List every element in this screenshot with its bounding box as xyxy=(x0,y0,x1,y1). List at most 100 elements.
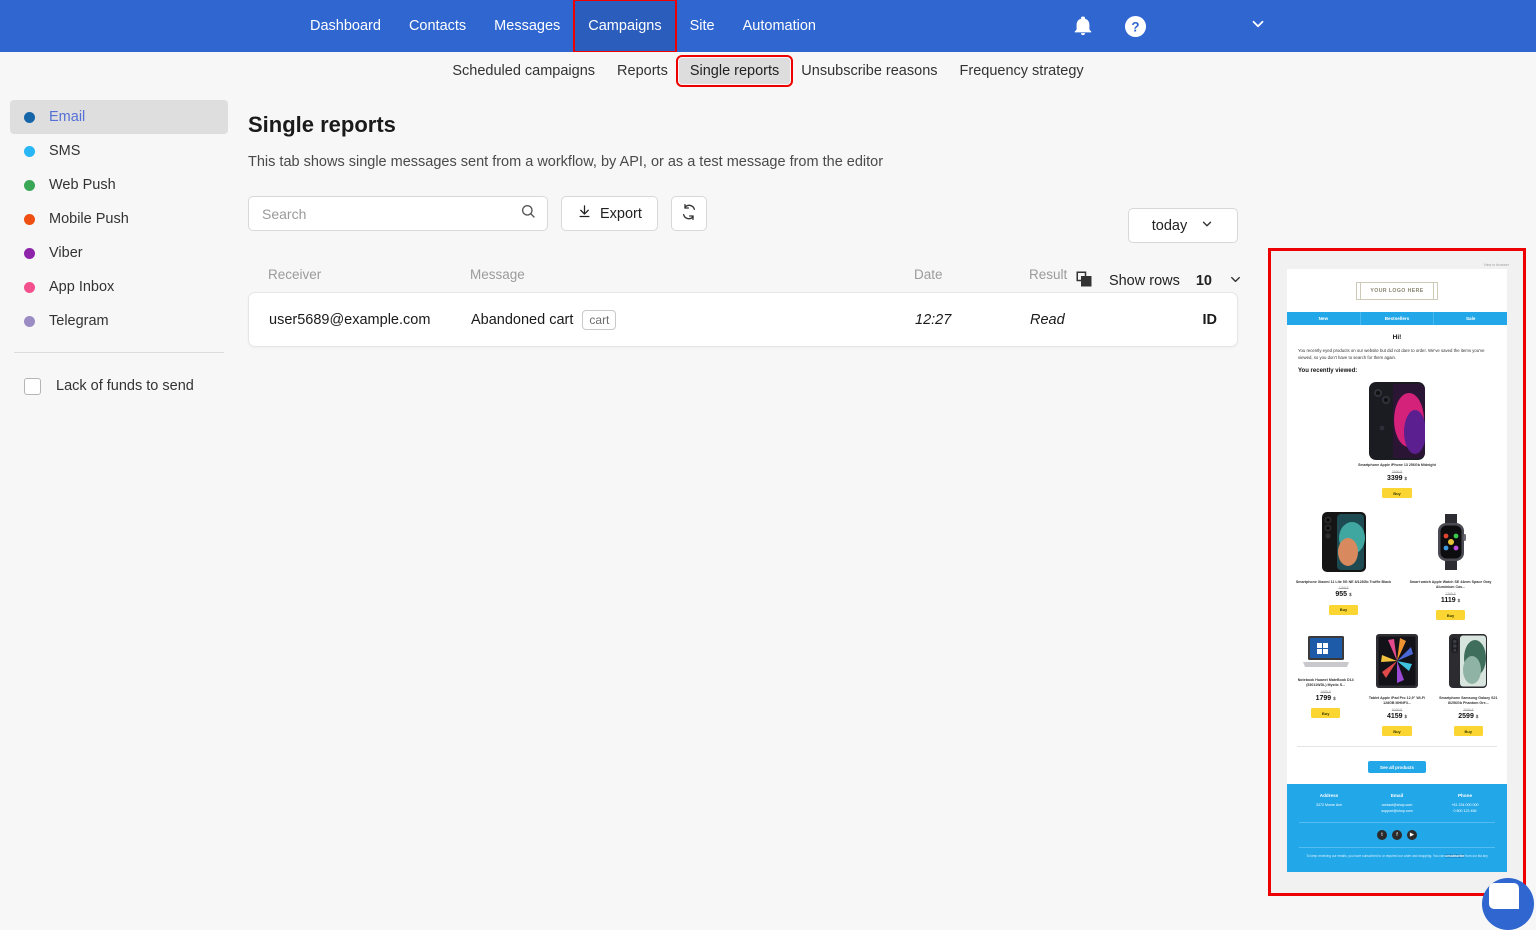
product-image-notebook xyxy=(1302,635,1349,667)
export-button[interactable]: Export xyxy=(561,196,658,231)
nav-link-automation[interactable]: Automation xyxy=(729,0,830,52)
product-card: Smartphone Samsung Galaxy S21 8/256Gb Ph… xyxy=(1436,633,1501,738)
email-intro-text: You recently eyed products on our websit… xyxy=(1298,348,1485,361)
sidebar-item-email[interactable]: Email xyxy=(10,100,228,134)
email-nav-bestsellers[interactable]: Bestsellers xyxy=(1361,312,1435,325)
email-body: YOUR LOGO HERE New Bestsellers Sale Hi! … xyxy=(1287,269,1507,784)
svg-text:?: ? xyxy=(1131,19,1139,34)
email-nav-sale[interactable]: Sale xyxy=(1434,312,1507,325)
footer-columns: Address 3372 Morse Ave Email contact@sho… xyxy=(1295,793,1499,814)
top-navigation-bar: Dashboard Contacts Messages Campaigns Si… xyxy=(0,0,1536,53)
product-price: 1119 $ xyxy=(1440,596,1461,604)
help-icon[interactable]: ? xyxy=(1124,15,1147,38)
social-links: t f ▶ xyxy=(1295,823,1499,847)
see-all-products-button[interactable]: See all products xyxy=(1368,761,1426,774)
date-filter-dropdown[interactable]: today xyxy=(1128,208,1238,243)
logo-placeholder: YOUR LOGO HERE xyxy=(1356,282,1438,300)
download-icon xyxy=(577,204,592,223)
email-recent-heading: You recently viewed: xyxy=(1298,368,1358,375)
email-preview-scroll[interactable]: View in browser YOUR LOGO HERE New Bests… xyxy=(1279,259,1515,893)
email-preview-panel: View in browser YOUR LOGO HERE New Bests… xyxy=(1268,248,1526,896)
tab-scheduled-campaigns[interactable]: Scheduled campaigns xyxy=(441,58,606,84)
unsubscribe-text: To keep receiving our emails, you have s… xyxy=(1295,848,1499,869)
refresh-button[interactable] xyxy=(670,196,707,231)
footer-line[interactable]: support@shop.com xyxy=(1363,808,1431,814)
support-chat-widget[interactable] xyxy=(1482,878,1534,930)
buy-button[interactable]: Buy xyxy=(1382,488,1412,499)
buy-button[interactable]: Buy xyxy=(1310,708,1341,719)
sidebar-item-telegram[interactable]: Telegram xyxy=(10,304,228,338)
footer-line: 0 800 123 456 xyxy=(1453,809,1477,814)
youtube-icon[interactable]: ▶ xyxy=(1407,830,1417,841)
search-box[interactable] xyxy=(248,196,548,231)
sidebar-item-sms[interactable]: SMS xyxy=(10,134,228,168)
buy-button[interactable]: Buy xyxy=(1328,604,1359,615)
product-old-price: 5099 $ xyxy=(1391,707,1403,712)
product-price: 4159 $ xyxy=(1386,712,1408,720)
product-row-three: Notebook Huawei MateBook D14 (53011WDL) … xyxy=(1287,630,1507,746)
product-name: Notebook Huawei MateBook D14 (53011WDL) … xyxy=(1297,677,1354,688)
tab-single-reports[interactable]: Single reports xyxy=(675,55,794,87)
product-name: Smart watch Apple Watch SE 44mm Space Gr… xyxy=(1409,579,1492,590)
column-header-receiver: Receiver xyxy=(268,267,322,282)
buy-button[interactable]: Buy xyxy=(1382,726,1412,737)
email-nav-new[interactable]: New xyxy=(1287,312,1361,325)
nav-link-campaigns[interactable]: Campaigns xyxy=(573,0,677,53)
search-input[interactable] xyxy=(260,204,510,223)
nav-link-dashboard[interactable]: Dashboard xyxy=(296,0,395,52)
tab-reports[interactable]: Reports xyxy=(606,58,679,84)
product-name: Smartphone Apple iPhone 13 256Gb Midnigh… xyxy=(1358,463,1436,468)
view-in-browser-link[interactable]: View in browser xyxy=(1279,259,1515,269)
toolbar: Export xyxy=(248,196,1536,231)
channel-sidebar: Email SMS Web Push Mobile Push Viber App… xyxy=(0,90,238,919)
product-price: 3399 $ xyxy=(1386,474,1408,482)
show-rows-label: Show rows xyxy=(1108,273,1180,289)
email-logo-area: YOUR LOGO HERE xyxy=(1287,269,1507,312)
sidebar-item-viber[interactable]: Viber xyxy=(10,236,228,270)
message-tag: cart xyxy=(582,309,617,330)
sidebar-item-app-inbox[interactable]: App Inbox xyxy=(10,270,228,304)
checkbox-icon[interactable] xyxy=(24,377,41,395)
copy-icon[interactable] xyxy=(1075,270,1093,292)
show-rows-value: 10 xyxy=(1195,273,1212,289)
product-card: Notebook Huawei MateBook D14 (53011WDL) … xyxy=(1293,634,1358,738)
sidebar-item-label: Mobile Push xyxy=(49,211,129,227)
product-old-price: 1999 $ xyxy=(1320,689,1331,694)
nav-link-site[interactable]: Site xyxy=(676,0,729,52)
search-icon[interactable] xyxy=(520,203,536,224)
see-all-area: See all products xyxy=(1287,747,1507,784)
secondary-navigation-tabs: Scheduled campaigns Reports Single repor… xyxy=(0,52,1536,90)
filter-label: Lack of funds to send xyxy=(56,378,194,394)
chevron-down-icon[interactable] xyxy=(1249,15,1267,38)
chevron-down-icon[interactable] xyxy=(1228,272,1243,291)
date-filter-value: today xyxy=(1151,217,1188,234)
buy-button[interactable]: Buy xyxy=(1453,726,1484,737)
product-price: 955 $ xyxy=(1335,591,1352,599)
column-header-date: Date xyxy=(914,267,943,282)
footer-column-email: Email contact@shop.com support@shop.com xyxy=(1363,793,1431,814)
unsubscribe-link[interactable]: unsubscribe xyxy=(1445,854,1465,859)
tab-unsubscribe-reasons[interactable]: Unsubscribe reasons xyxy=(790,58,948,84)
product-image-samsung xyxy=(1449,633,1488,688)
bell-icon[interactable] xyxy=(1072,15,1094,37)
unsubscribe-tail: from our list any xyxy=(1465,854,1488,859)
nav-link-contacts[interactable]: Contacts xyxy=(395,0,480,52)
footer-line: 3372 Morse Ave xyxy=(1316,802,1342,807)
tab-frequency-strategy[interactable]: Frequency strategy xyxy=(949,58,1095,84)
product-name: Smartphone Xiaomi 11 Lite 5G NE 8/128Gb … xyxy=(1295,579,1392,584)
footer-title: Address xyxy=(1319,792,1339,798)
sidebar-item-web-push[interactable]: Web Push xyxy=(10,168,228,202)
cell-date: 12:27 xyxy=(915,311,952,328)
sidebar-item-label: Web Push xyxy=(49,177,116,193)
nav-link-messages[interactable]: Messages xyxy=(480,0,574,52)
buy-button[interactable]: Buy xyxy=(1435,610,1466,621)
product-card-featured: Smartphone Apple iPhone 13 256Gb Midnigh… xyxy=(1287,380,1507,508)
filter-lack-of-funds[interactable]: Lack of funds to send xyxy=(10,369,228,403)
twitter-icon[interactable]: t xyxy=(1377,830,1387,841)
product-price: 2599 $ xyxy=(1458,712,1479,720)
cell-id-label[interactable]: ID xyxy=(1155,312,1218,328)
email-footer: Address 3372 Morse Ave Email contact@sho… xyxy=(1287,783,1507,872)
facebook-icon[interactable]: f xyxy=(1392,830,1402,841)
table-row[interactable]: user5689@example.com Abandoned cart cart… xyxy=(248,292,1238,347)
sidebar-item-mobile-push[interactable]: Mobile Push xyxy=(10,202,228,236)
